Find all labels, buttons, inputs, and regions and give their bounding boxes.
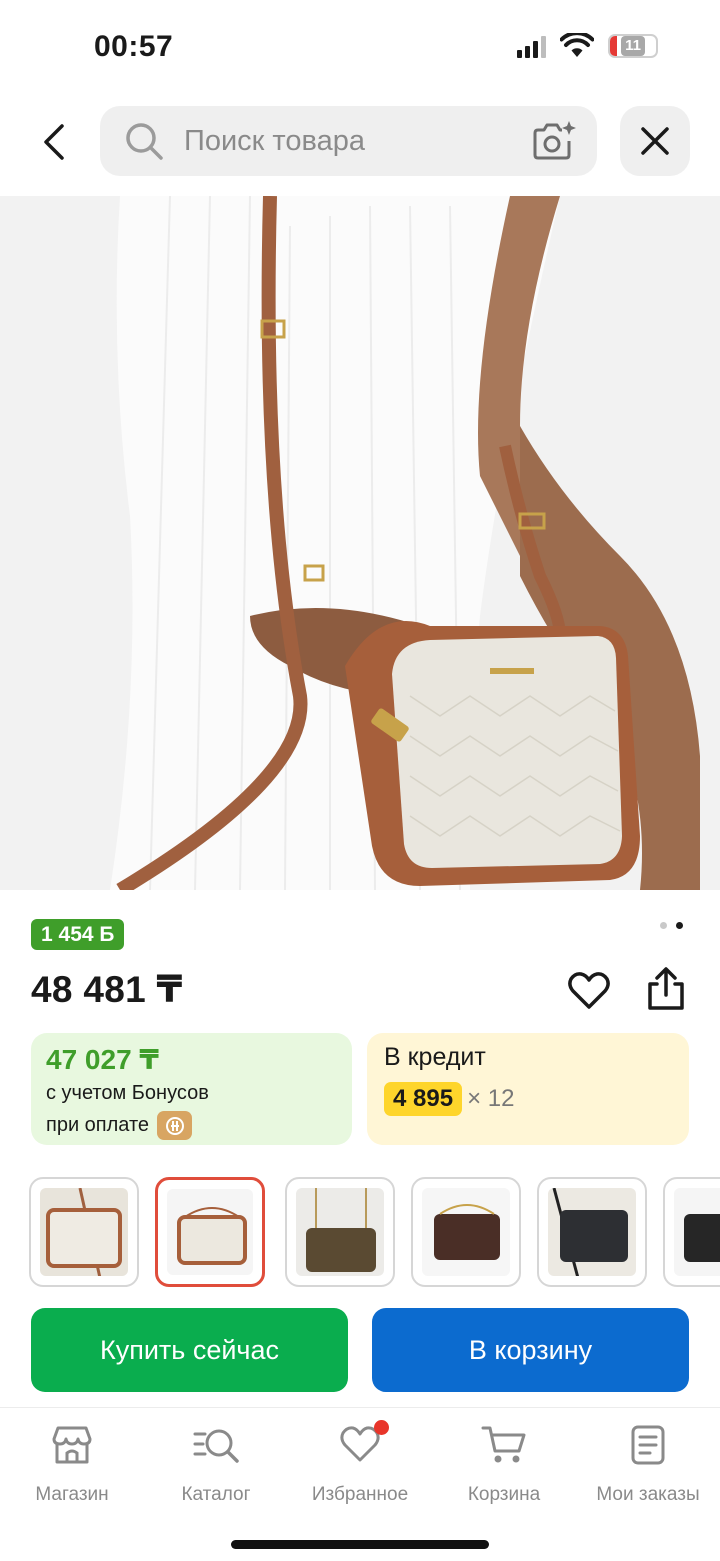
product-photo-illustration <box>0 196 720 890</box>
tab-orders-label: Мои заказы <box>596 1484 700 1505</box>
status-time: 00:57 <box>94 30 174 63</box>
gallery-dot-active <box>676 922 683 929</box>
variant-thumb-cream-brown-trim[interactable] <box>155 1177 265 1287</box>
cellular-signal-icon <box>517 34 546 58</box>
top-bar <box>0 106 720 178</box>
variant-thumb-cream-monogram[interactable] <box>29 1177 139 1287</box>
favorites-notification-badge <box>374 1420 389 1435</box>
close-button[interactable] <box>620 106 690 176</box>
favorite-button[interactable] <box>566 968 612 1014</box>
status-bar: 00:57 11 <box>0 0 720 96</box>
home-indicator <box>231 1540 489 1549</box>
gallery-pagination-dots <box>660 922 683 929</box>
chevron-left-icon <box>44 124 64 160</box>
credit-card[interactable]: В кредит 4 895 × 12 <box>367 1033 689 1145</box>
search-box[interactable] <box>100 106 597 176</box>
search-input[interactable] <box>184 106 514 176</box>
bonus-points-badge: 1 454 Ƃ <box>31 919 125 950</box>
orders-icon <box>631 1425 665 1465</box>
color-variants <box>29 1176 720 1288</box>
camera-search-icon[interactable] <box>531 119 577 163</box>
share-button[interactable] <box>643 966 689 1012</box>
tab-favorites[interactable]: Избранное <box>288 1420 432 1510</box>
battery-level: 11 <box>621 36 645 56</box>
variant-thumb-brown-monogram[interactable] <box>285 1177 395 1287</box>
heart-icon <box>568 972 610 1009</box>
tab-catalog-label: Каталог <box>181 1484 251 1505</box>
variant-thumb-dark-brown[interactable] <box>411 1177 521 1287</box>
catalog-search-icon <box>193 1429 239 1463</box>
search-icon <box>126 123 163 160</box>
product-price: 48 481 ₸ <box>31 969 183 1010</box>
bottom-tab-bar: Магазин Каталог Избранное Корзина Мои за… <box>0 1407 720 1561</box>
tab-catalog[interactable]: Каталог <box>144 1420 288 1510</box>
tab-orders[interactable]: Мои заказы <box>576 1420 720 1510</box>
wifi-icon <box>560 33 594 57</box>
variant-thumb-black[interactable] <box>663 1177 720 1287</box>
credit-monthly-amount: 4 895 <box>384 1082 463 1116</box>
buy-now-button[interactable]: Купить сейчас <box>31 1308 348 1392</box>
battery-indicator: 11 <box>608 34 658 58</box>
bonus-price-amount: 47 027 ₸ <box>46 1044 159 1075</box>
bonus-payment-text: при оплате <box>46 1114 150 1136</box>
tab-favorites-label: Избранное <box>311 1484 409 1505</box>
status-icons: 11 <box>517 33 658 59</box>
tab-store-label: Магазин <box>35 1484 109 1505</box>
credit-months: × 12 <box>467 1085 515 1112</box>
credit-title: В кредит <box>384 1043 486 1071</box>
bonus-payment-line: при оплате <box>46 1111 337 1140</box>
bonus-coin-icon <box>157 1111 193 1140</box>
variant-thumb-black-monogram[interactable] <box>537 1177 647 1287</box>
share-icon <box>648 967 684 1010</box>
credit-installment: 4 895 × 12 <box>384 1082 672 1116</box>
cart-icon <box>481 1426 526 1463</box>
bonus-price-note: с учетом Бонусов <box>46 1082 209 1104</box>
back-button[interactable] <box>28 116 80 168</box>
gallery-dot <box>660 922 667 929</box>
store-icon <box>52 1426 92 1464</box>
product-image[interactable] <box>0 196 720 890</box>
tab-cart-label: Корзина <box>467 1484 541 1505</box>
add-to-cart-button[interactable]: В корзину <box>372 1308 689 1392</box>
tab-store[interactable]: Магазин <box>0 1420 144 1510</box>
close-icon <box>641 127 669 155</box>
bonus-price-card[interactable]: 47 027 ₸ с учетом Бонусов при оплате <box>31 1033 352 1145</box>
tab-cart[interactable]: Корзина <box>432 1420 576 1510</box>
